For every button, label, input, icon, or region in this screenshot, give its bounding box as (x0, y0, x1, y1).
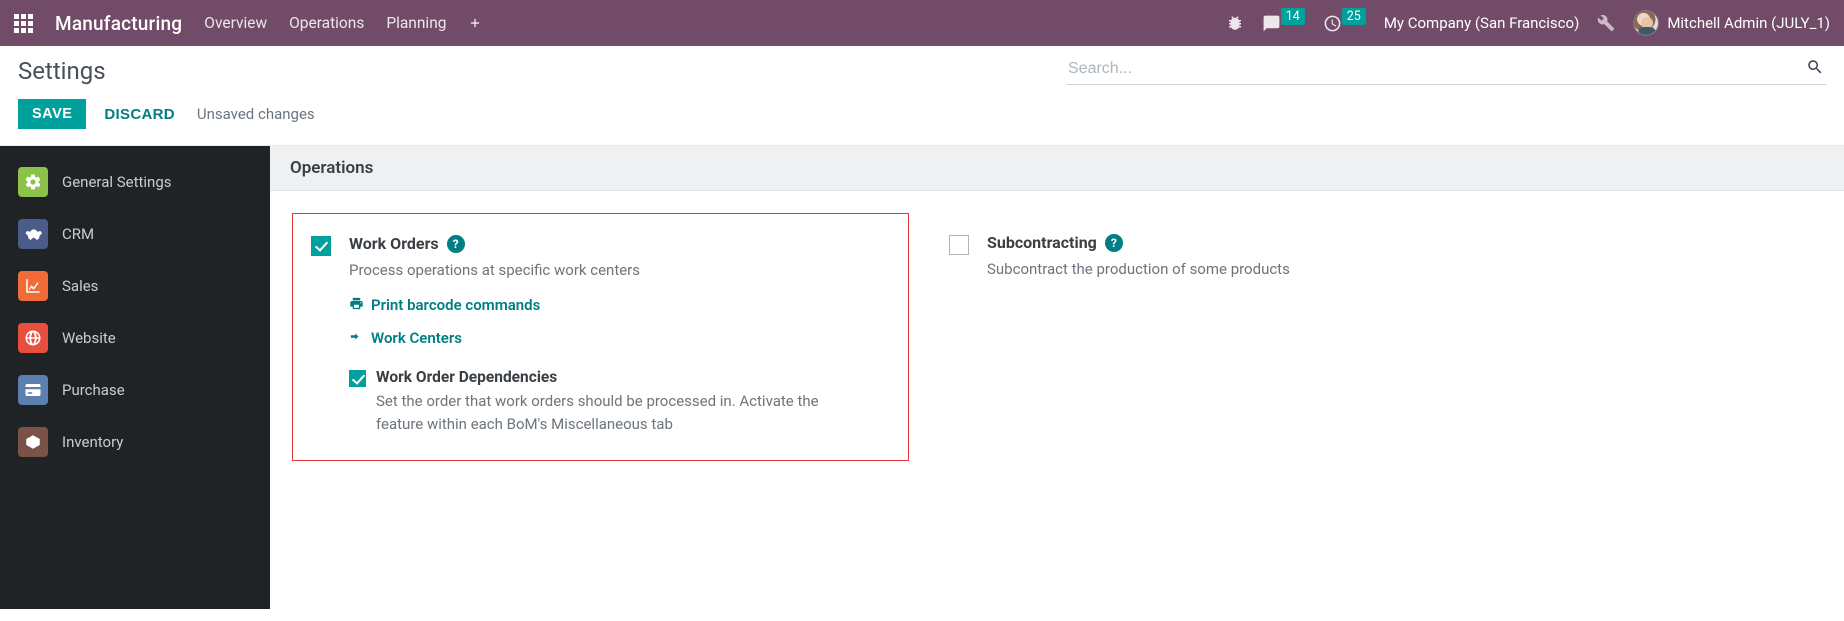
user-name: Mitchell Admin (JULY_1) (1667, 14, 1830, 32)
gear-icon (18, 167, 48, 197)
user-menu[interactable]: Mitchell Admin (JULY_1) (1633, 10, 1830, 36)
nav-overview[interactable]: Overview (204, 14, 267, 32)
sidebar-item-sales[interactable]: Sales (0, 260, 270, 312)
help-icon[interactable]: ? (1105, 234, 1123, 252)
sidebar-item-label: CRM (62, 225, 94, 243)
sidebar-item-label: Inventory (62, 433, 123, 451)
chat-button[interactable]: 14 (1262, 14, 1305, 33)
search-wrap (1066, 56, 1826, 85)
subcontracting-desc: Subcontract the production of some produ… (987, 258, 1290, 281)
setting-work-orders: Work Orders ? Process operations at spec… (292, 213, 909, 461)
handshake-icon (18, 219, 48, 249)
dependencies-checkbox[interactable] (349, 370, 366, 387)
activities-button[interactable]: 25 (1323, 14, 1366, 33)
chart-icon (18, 271, 48, 301)
clock-icon (1323, 14, 1342, 33)
sidebar-item-inventory[interactable]: Inventory (0, 416, 270, 468)
work-orders-checkbox[interactable] (311, 236, 331, 256)
avatar (1633, 10, 1659, 36)
work-centers-label: Work Centers (371, 329, 462, 347)
sidebar-item-label: General Settings (62, 173, 172, 191)
discard-button[interactable]: DISCARD (100, 100, 178, 129)
printer-icon (349, 296, 364, 315)
work-centers-link[interactable]: Work Centers (349, 329, 856, 348)
settings-grid: Work Orders ? Process operations at spec… (270, 191, 1844, 483)
dirty-indicator: Unsaved changes (197, 105, 315, 123)
section-header: Operations (270, 146, 1844, 191)
chat-badge: 14 (1281, 8, 1305, 25)
bug-icon[interactable] (1226, 14, 1244, 32)
sidebar-item-label: Sales (62, 277, 98, 295)
clock-badge: 25 (1342, 8, 1366, 25)
setting-subcontracting: Subcontracting ? Subcontract the product… (949, 213, 1290, 461)
box-icon (18, 427, 48, 457)
help-icon[interactable]: ? (447, 235, 465, 253)
sub-setting-dependencies: Work Order Dependencies Set the order th… (349, 368, 856, 437)
page-title: Settings (18, 57, 106, 85)
chat-icon (1262, 14, 1281, 33)
settings-content: Operations Work Orders ? Process operati… (270, 146, 1844, 609)
nav-operations[interactable]: Operations (289, 14, 364, 32)
nav-planning[interactable]: Planning (386, 14, 446, 32)
sidebar-item-general[interactable]: General Settings (0, 156, 270, 208)
subcontracting-checkbox[interactable] (949, 235, 969, 255)
sidebar-item-label: Website (62, 329, 116, 347)
work-orders-title: Work Orders (349, 234, 439, 253)
wrench-icon[interactable] (1597, 14, 1615, 32)
card-icon (18, 375, 48, 405)
sidebar-item-website[interactable]: Website (0, 312, 270, 364)
settings-sidebar: General Settings CRM Sales Website Purch (0, 146, 270, 609)
globe-icon (18, 323, 48, 353)
sidebar-item-crm[interactable]: CRM (0, 208, 270, 260)
search-input[interactable] (1068, 60, 1806, 78)
main-layout: General Settings CRM Sales Website Purch (0, 146, 1844, 609)
dependencies-title: Work Order Dependencies (376, 368, 856, 386)
subcontracting-title: Subcontracting (987, 233, 1097, 252)
apps-icon[interactable] (14, 14, 33, 33)
work-orders-desc: Process operations at specific work cent… (349, 259, 856, 282)
search-icon[interactable] (1806, 58, 1824, 80)
company-selector[interactable]: My Company (San Francisco) (1384, 14, 1579, 32)
arrow-right-icon (349, 329, 364, 348)
action-row: SAVE DISCARD Unsaved changes (0, 85, 1844, 146)
dependencies-desc: Set the order that work orders should be… (376, 390, 856, 437)
print-barcode-link[interactable]: Print barcode commands (349, 296, 856, 315)
sidebar-item-label: Purchase (62, 381, 125, 399)
header-row: Settings (0, 46, 1844, 85)
plus-icon[interactable] (468, 16, 482, 30)
save-button[interactable]: SAVE (18, 99, 86, 129)
print-barcode-label: Print barcode commands (371, 296, 540, 314)
app-title[interactable]: Manufacturing (55, 12, 182, 35)
top-navbar: Manufacturing Overview Operations Planni… (0, 0, 1844, 46)
sidebar-item-purchase[interactable]: Purchase (0, 364, 270, 416)
